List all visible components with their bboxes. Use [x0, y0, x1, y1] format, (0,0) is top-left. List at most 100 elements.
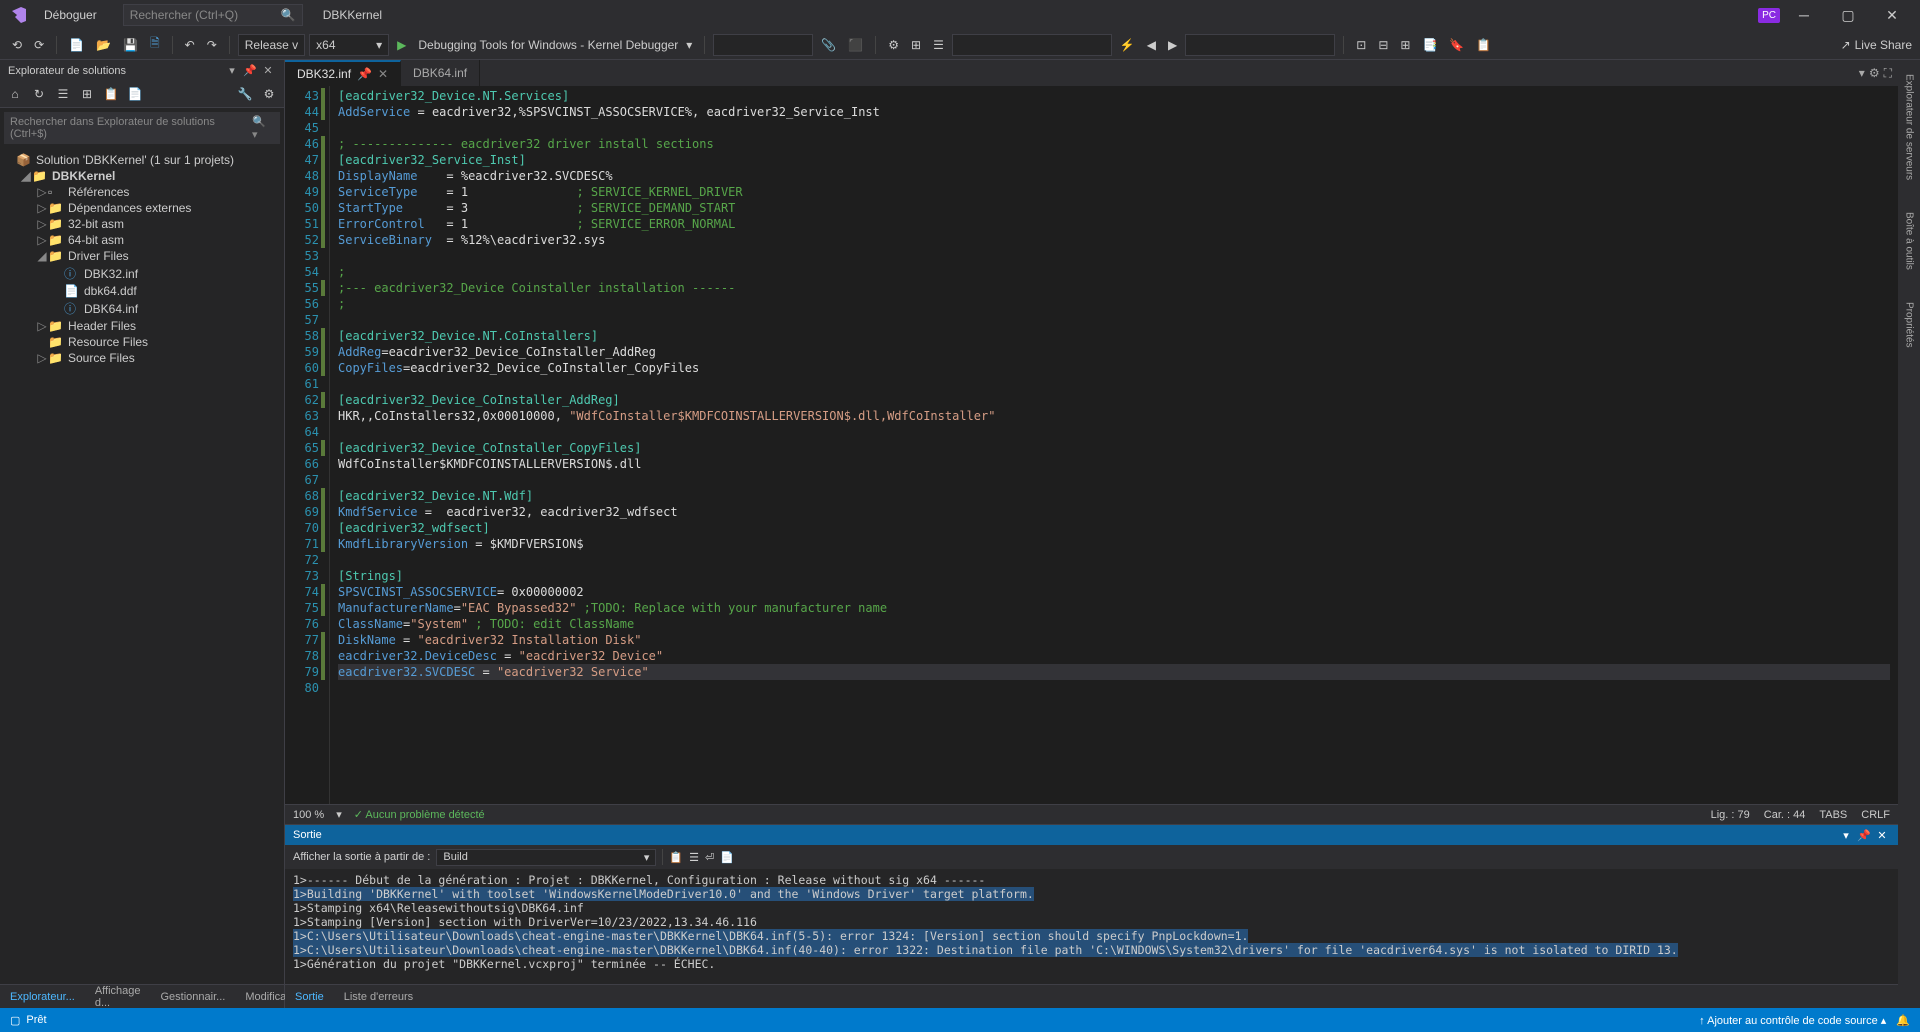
code-content[interactable]: [eacdriver32_Device.NT.Services]AddServi…: [330, 86, 1898, 804]
home-icon[interactable]: ⌂: [6, 85, 24, 103]
dropdown-icon[interactable]: ▾: [224, 64, 240, 77]
attach-icon[interactable]: 📎: [817, 36, 840, 54]
output-source-combo[interactable]: Build▾: [436, 849, 656, 866]
editor-area: DBK32.inf 📌 ✕ DBK64.inf ▾ ⚙ ⛶ 4344454647…: [285, 60, 1898, 1008]
search-icon: 🔍: [281, 8, 296, 22]
indent-indicator[interactable]: TABS: [1819, 809, 1847, 821]
fullscreen-icon[interactable]: ⛶: [1884, 66, 1892, 81]
bottom-tab[interactable]: Explorateur...: [0, 985, 85, 1008]
main-toolbar: ⟲ ⟳ 📄 📂 💾 🗎 ↶ ↷ Release v x64▾ ▶ Debuggi…: [0, 30, 1920, 60]
wrap-icon[interactable]: ⏎: [705, 851, 714, 864]
file-dbk32inf[interactable]: ⓘDBK32.inf: [0, 264, 284, 283]
solution-root[interactable]: 📦Solution 'DBKKernel' (1 sur 1 projets): [0, 152, 284, 168]
bottom-tab[interactable]: Sortie: [285, 985, 334, 1008]
search-box[interactable]: Rechercher (Ctrl+Q) 🔍: [123, 4, 303, 26]
col-indicator: Car. : 44: [1764, 809, 1806, 821]
project-node[interactable]: ◢📁DBKKernel: [0, 168, 284, 184]
source-control-button[interactable]: ↑ Ajouter au contrôle de code source ▴: [1699, 1014, 1886, 1027]
new-icon[interactable]: 📄: [65, 36, 88, 54]
issues-status[interactable]: ✓ Aucun problème détecté: [354, 808, 485, 821]
dropdown-icon[interactable]: ▾: [1859, 66, 1865, 80]
toolwindow-tab[interactable]: Explorateur de serveurs: [1902, 68, 1917, 186]
gear-icon[interactable]: ⚙: [1869, 66, 1880, 80]
status-icon: ▢: [10, 1014, 20, 1027]
solution-toolbar: ⌂ ↻ ☰ ⊞ 📋 📄 🔧 ⚙: [0, 81, 284, 108]
solution-tree: 📦Solution 'DBKKernel' (1 sur 1 projets) …: [0, 148, 284, 984]
close-button[interactable]: ✕: [1872, 0, 1912, 30]
driver-files-node[interactable]: ◢📁Driver Files: [0, 248, 284, 264]
clear-icon[interactable]: 📋: [669, 851, 683, 864]
share-icon: ↗: [1841, 38, 1851, 52]
extra-combo-2[interactable]: [1185, 34, 1335, 56]
forward-icon[interactable]: ⟳: [30, 36, 48, 54]
ext-deps-node[interactable]: ▷📁Dépendances externes: [0, 200, 284, 216]
header-files-node[interactable]: ▷📁Header Files: [0, 318, 284, 334]
pin-icon[interactable]: 📌: [242, 64, 258, 77]
tab-dbk32[interactable]: DBK32.inf 📌 ✕: [285, 60, 401, 86]
bottom-tab[interactable]: Affichage d...: [85, 985, 151, 1008]
output-header: Sortie ▾ 📌 ✕: [285, 825, 1898, 845]
output-toolbar: Afficher la sortie à partir de : Build▾ …: [285, 845, 1898, 869]
eol-indicator[interactable]: CRLF: [1861, 809, 1890, 821]
menu-déboguer[interactable]: Déboguer: [36, 0, 111, 30]
redo-icon[interactable]: ↷: [203, 36, 221, 54]
liveshare-button[interactable]: ↗ Live Share: [1841, 38, 1912, 52]
close-icon[interactable]: ✕: [1874, 829, 1890, 842]
log-icon[interactable]: 📄: [720, 851, 734, 864]
references-node[interactable]: ▷▫Références: [0, 184, 284, 200]
user-badge[interactable]: PC: [1758, 8, 1780, 23]
line-indicator: Lig. : 79: [1711, 809, 1750, 821]
minimize-button[interactable]: ─: [1784, 0, 1824, 30]
dropdown-icon[interactable]: ▾: [1838, 829, 1854, 842]
sync-icon[interactable]: ↻: [30, 85, 48, 103]
stop-icon[interactable]: ⬛: [844, 36, 867, 54]
extra-combo[interactable]: [952, 34, 1112, 56]
toolwindow-tab[interactable]: Boîte à outils: [1902, 206, 1917, 276]
file-dbk64inf[interactable]: ⓘDBK64.inf: [0, 299, 284, 318]
toolwindow-tab[interactable]: Propriétés: [1902, 296, 1917, 354]
file-dbk64ddf[interactable]: 📄dbk64.ddf: [0, 283, 284, 299]
solution-search[interactable]: Rechercher dans Explorateur de solutions…: [4, 112, 280, 144]
asm64-node[interactable]: ▷📁64-bit asm: [0, 232, 284, 248]
play-icon[interactable]: ▶: [393, 36, 410, 54]
editor-tabs: DBK32.inf 📌 ✕ DBK64.inf ▾ ⚙ ⛶: [285, 60, 1898, 86]
wrench-icon[interactable]: 🔧: [236, 85, 254, 103]
right-toolwindow-tabs: Explorateur de serveurs Boîte à outils Pro…: [1898, 60, 1920, 1008]
zoom-level[interactable]: 100 %: [293, 809, 324, 821]
open-icon[interactable]: 📂: [92, 36, 115, 54]
pin-icon[interactable]: 📌: [1856, 829, 1872, 842]
back-icon[interactable]: ⟲: [8, 36, 26, 54]
output-panel: Sortie ▾ 📌 ✕ Afficher la sortie à partir…: [285, 824, 1898, 984]
source-files-node[interactable]: ▷📁Source Files: [0, 350, 284, 366]
bottom-tabs: SortieListe d'erreurs: [285, 984, 1898, 1008]
platform-combo[interactable]: x64▾: [309, 34, 389, 56]
tab-dbk64[interactable]: DBK64.inf: [401, 60, 480, 86]
line-gutter: 4344454647484950515253545556575859606162…: [285, 86, 330, 804]
resource-files-node[interactable]: 📁Resource Files: [0, 334, 284, 350]
close-icon[interactable]: ✕: [260, 64, 276, 77]
save-all-icon[interactable]: 🗎: [146, 32, 164, 57]
tool-icon[interactable]: ⚙: [884, 36, 903, 54]
toggle-icon[interactable]: ☰: [689, 851, 699, 864]
debug-target[interactable]: Debugging Tools for Windows - Kernel Deb…: [418, 38, 678, 52]
titlebar: FichierÉditionAffichageGitProjetGénérerD…: [0, 0, 1920, 30]
config-combo[interactable]: Release v: [238, 34, 305, 56]
code-editor[interactable]: 4344454647484950515253545556575859606162…: [285, 86, 1898, 804]
solution-name: DBKKernel: [323, 8, 382, 22]
bottom-tab[interactable]: Gestionnair...: [151, 985, 236, 1008]
asm32-node[interactable]: ▷📁32-bit asm: [0, 216, 284, 232]
pin-icon[interactable]: 📌: [357, 67, 372, 81]
close-icon[interactable]: ✕: [378, 67, 388, 81]
left-bottom-tabs: Explorateur...Affichage d...Gestionnair.…: [0, 984, 284, 1008]
bottom-tab[interactable]: Liste d'erreurs: [334, 985, 423, 1008]
maximize-button[interactable]: ▢: [1828, 0, 1868, 30]
output-content[interactable]: 1>------ Début de la génération : Projet…: [285, 869, 1898, 984]
save-icon[interactable]: 💾: [119, 36, 142, 54]
filter-icon[interactable]: ☰: [54, 85, 72, 103]
tool-icon-2[interactable]: ⊞: [907, 36, 925, 54]
tool-icon-3[interactable]: ☰: [929, 36, 948, 54]
process-combo[interactable]: [713, 34, 813, 56]
undo-icon[interactable]: ↶: [181, 36, 199, 54]
notifications-icon[interactable]: 🔔: [1896, 1014, 1910, 1027]
settings-icon[interactable]: ⚙: [260, 85, 278, 103]
